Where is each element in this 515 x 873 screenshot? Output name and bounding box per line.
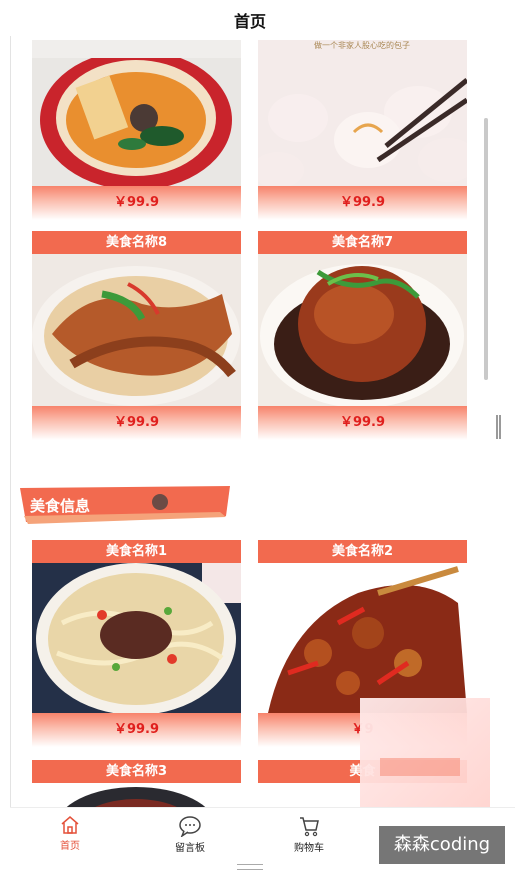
- blurred-overlay-shape: [380, 758, 460, 776]
- page-title: 首页: [233, 12, 266, 31]
- cart-icon: [300, 817, 319, 837]
- food-name: 美食名称8: [32, 231, 241, 254]
- tab-cart[interactable]: 购物车: [254, 808, 364, 854]
- tab-message-board[interactable]: 留言板: [135, 808, 245, 854]
- chat-bubble-icon: [179, 816, 201, 837]
- food-name: 美食名称2: [258, 540, 467, 563]
- watermark: 森森coding: [379, 826, 505, 864]
- food-card[interactable]: 做一个非家人股心吃的包子 ￥99.9: [258, 40, 467, 220]
- food-card[interactable]: 美食名称7 ￥99.9: [258, 231, 467, 440]
- price-label: ￥99.9: [258, 186, 467, 220]
- food-photo-braised-pork: [258, 254, 467, 406]
- food-card[interactable]: 美食名称1 ￥99.9: [32, 540, 241, 747]
- page-header: 首页: [0, 0, 515, 36]
- food-name: 美食名称3: [32, 760, 241, 783]
- price-label: ￥99.9: [32, 406, 241, 440]
- home-indicator[interactable]: [237, 864, 263, 870]
- section-title: 美食信息: [30, 497, 91, 515]
- home-icon: [61, 816, 79, 834]
- scrollbar-thumb[interactable]: [484, 118, 488, 380]
- tab-message-board-label: 留言板: [175, 843, 205, 854]
- blurred-overlay: [360, 698, 490, 808]
- price-label: ￥99.9: [32, 713, 241, 747]
- price-label: ￥99.9: [258, 406, 467, 440]
- food-photo-chicken-feet: [32, 254, 241, 406]
- tab-cart-label: 购物车: [294, 843, 324, 854]
- food-photo-spicy-chicken: [258, 563, 467, 713]
- tab-home-label: 首页: [60, 841, 80, 852]
- food-card[interactable]: 美食名称3: [32, 760, 241, 813]
- photo-caption: 做一个非家人股心吃的包子: [314, 40, 410, 50]
- food-card[interactable]: ￥99.9: [32, 40, 241, 220]
- left-border: [10, 0, 11, 872]
- section-banner: 美食信息: [20, 486, 232, 524]
- price-label: ￥99.9: [32, 186, 241, 220]
- tab-home[interactable]: 首页: [15, 808, 125, 852]
- food-photo-noodles: [32, 563, 241, 713]
- food-card[interactable]: 美食名称8 ￥99.9: [32, 231, 241, 440]
- food-photo-dumplings: 做一个非家人股心吃的包子: [258, 40, 467, 186]
- drag-handle[interactable]: [496, 415, 501, 439]
- food-name: 美食名称1: [32, 540, 241, 563]
- food-photo-soup: [32, 40, 241, 186]
- food-name: 美食名称7: [258, 231, 467, 254]
